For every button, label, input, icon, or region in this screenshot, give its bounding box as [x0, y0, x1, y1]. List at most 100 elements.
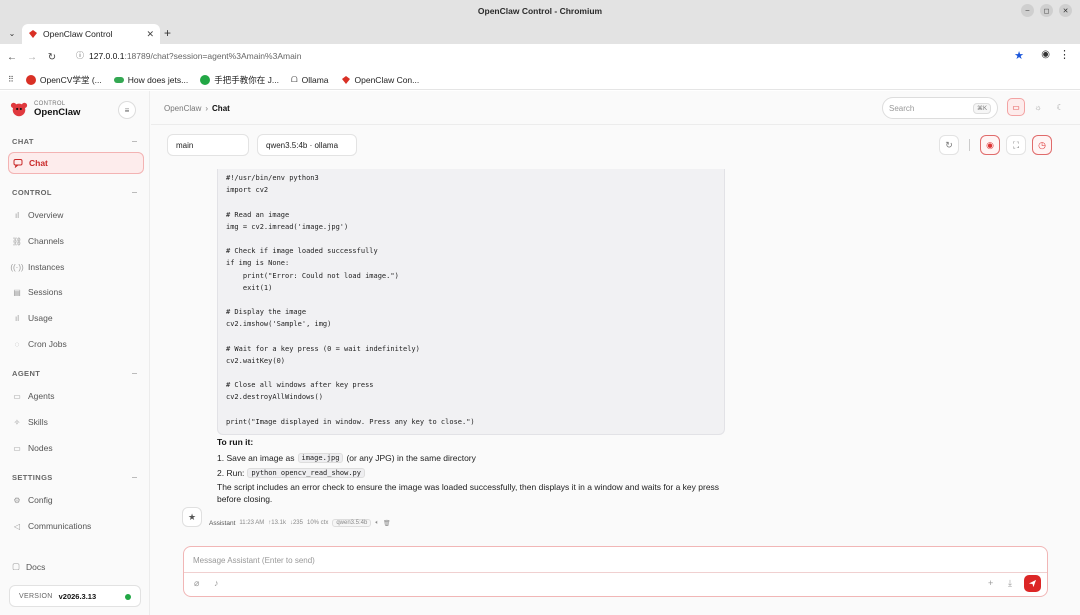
sidebar-item-communications[interactable]: ◁ Communications: [8, 515, 144, 537]
minimize-icon[interactable]: –: [1021, 4, 1034, 17]
composer-input[interactable]: Message Assistant (Enter to send): [193, 556, 315, 565]
docs-label: Docs: [26, 561, 46, 572]
step-text: (or any JPG) in the same directory: [346, 453, 476, 463]
session-select[interactable]: main: [167, 134, 249, 156]
sidebar-toggle-button[interactable]: ≡: [118, 101, 136, 119]
tokens-out: ↓235: [289, 520, 303, 526]
code-line: exit(1): [226, 283, 273, 292]
code-line: import cv2: [226, 186, 269, 195]
bookmark-favicon-icon: [25, 74, 36, 85]
attach-icon[interactable]: ⌀: [194, 578, 199, 589]
focus-icon[interactable]: ⛶: [1006, 135, 1026, 155]
section-collapse-icon[interactable]: [132, 141, 137, 142]
status-online-dot: [125, 594, 131, 600]
browser-tab[interactable]: OpenClaw Control ✕: [22, 24, 160, 44]
model-badge: qwen3.5:4b: [332, 519, 372, 527]
bookmark-item[interactable]: OpenClaw Con...: [341, 75, 419, 85]
assistant-message: #!/usr/bin/env python3 import cv2 # Read a…: [209, 169, 735, 511]
sidebar-item-agents[interactable]: ▭ Agents: [8, 385, 144, 407]
moon-theme-icon[interactable]: ☾: [1051, 98, 1069, 116]
browser-menu-icon[interactable]: ⋮: [1059, 48, 1070, 61]
sidebar-item-instances[interactable]: ((·)) Instances: [8, 256, 144, 278]
tab-search-icon[interactable]: ⌄: [6, 27, 18, 39]
back-icon[interactable]: ←: [4, 49, 20, 65]
sidebar-item-sessions[interactable]: ▤ Sessions: [8, 281, 144, 303]
sidebar-item-skills[interactable]: ✧ Skills: [8, 411, 144, 433]
section-heading-control[interactable]: CONTROL: [12, 188, 52, 197]
sidebar-item-config[interactable]: ⚙ Config: [8, 489, 144, 511]
sidebar-item-overview[interactable]: ıl Overview: [8, 204, 144, 226]
bookmark-item[interactable]: 手把手教你在 J...: [200, 74, 279, 86]
send-button[interactable]: [1024, 575, 1041, 592]
message-composer[interactable]: Message Assistant (Enter to send) ⌀ ♪ + …: [183, 546, 1048, 597]
sidebar-item-chat[interactable]: Chat: [8, 152, 144, 174]
code-line: img = cv2.imread('image.jpg'): [226, 222, 349, 231]
tab-close-icon[interactable]: ✕: [146, 29, 154, 40]
bookmark-star-icon[interactable]: ★: [1014, 49, 1024, 62]
bookmark-label: 手把手教你在 J...: [214, 74, 279, 85]
tab-strip: ⌄ OpenClaw Control ✕ +: [0, 22, 1080, 44]
download-icon[interactable]: ⤓: [1008, 578, 1012, 589]
sidebar-item-channels[interactable]: ⛓ Channels: [8, 230, 144, 252]
sidebar-item-cron-jobs[interactable]: ◌ Cron Jobs: [8, 333, 144, 355]
link-icon: ⛓: [11, 236, 23, 246]
site-info-icon[interactable]: ⓘ: [76, 50, 84, 61]
search-placeholder: Search: [889, 103, 915, 113]
add-icon[interactable]: +: [988, 578, 993, 588]
sidebar-item-nodes[interactable]: ▭ Nodes: [8, 437, 144, 459]
code-line: # Close all windows after key press: [226, 381, 374, 390]
model-select[interactable]: qwen3.5:4b · ollama: [257, 134, 357, 156]
section-collapse-icon[interactable]: [132, 477, 137, 478]
new-tab-icon[interactable]: +: [164, 26, 171, 40]
profile-icon[interactable]: ◉: [1041, 49, 1050, 60]
url-host: 127.0.0.1: [89, 50, 125, 61]
divider: [969, 139, 970, 151]
monitor-theme-icon[interactable]: ▭: [1007, 98, 1025, 116]
apps-grid-icon[interactable]: ⠿: [8, 75, 14, 84]
maximize-icon[interactable]: ◻: [1040, 4, 1053, 17]
section-heading-agent[interactable]: AGENT: [12, 369, 40, 378]
brand[interactable]: CONTROL OpenClaw: [10, 100, 80, 118]
session-controls: main qwen3.5:4b · ollama: [167, 134, 357, 156]
bookmark-item[interactable]: OpenCV学堂 (...: [25, 74, 102, 86]
forward-icon[interactable]: →: [24, 49, 40, 65]
close-window-icon[interactable]: ✕: [1059, 4, 1072, 17]
docs-link[interactable]: ▢ Docs: [12, 561, 45, 572]
bookmark-favicon-icon: [200, 74, 211, 85]
microphone-icon[interactable]: ♪: [214, 578, 219, 588]
search-shortcut: ⌘K: [972, 102, 991, 114]
openclaw-logo-icon: [10, 102, 28, 117]
sun-theme-icon[interactable]: ☼: [1029, 98, 1047, 116]
address-bar[interactable]: ⓘ 127.0.0.1:18789/chat?session=agent%3Am…: [76, 50, 301, 61]
refresh-icon[interactable]: ↻: [939, 135, 959, 155]
brain-toggle-icon[interactable]: ◉: [980, 135, 1000, 155]
version-badge: VERSION v2026.3.13: [9, 585, 141, 607]
section-collapse-icon[interactable]: [132, 373, 137, 374]
code-line: cv2.waitKey(0): [226, 356, 286, 365]
bookmark-label: How does jets...: [127, 74, 189, 85]
code-line: cv2.destroyAllWindows(): [226, 393, 323, 402]
bar-chart-icon: ıl: [15, 313, 19, 323]
sparkle-icon: ✧: [13, 417, 21, 427]
history-clock-icon[interactable]: ◷: [1032, 135, 1052, 155]
code-line: if img is None:: [226, 259, 290, 268]
search-input[interactable]: Search ⌘K: [882, 97, 998, 119]
section-heading-settings[interactable]: SETTINGS: [12, 473, 53, 482]
main-panel: OpenClaw › Chat Search ⌘K ▭ ☼ ☾ main qwe…: [151, 91, 1080, 615]
bookmark-item[interactable]: How does jets...: [113, 74, 189, 85]
send-icon: [1028, 579, 1037, 588]
speaker-icon[interactable]: 🔈︎: [375, 520, 379, 527]
section-heading-chat[interactable]: CHAT: [12, 137, 34, 146]
topbar: OpenClaw › Chat Search ⌘K ▭ ☼ ☾: [151, 91, 1080, 125]
trash-icon[interactable]: 🗑︎: [383, 520, 391, 527]
section-collapse-icon[interactable]: [132, 192, 137, 193]
reload-icon[interactable]: ↻: [44, 49, 60, 65]
breadcrumb-root[interactable]: OpenClaw: [164, 104, 201, 113]
sidebar-item-usage[interactable]: ıl Usage: [8, 307, 144, 329]
breadcrumb: OpenClaw › Chat: [164, 104, 230, 113]
bookmark-item[interactable]: ᗝ Ollama: [291, 75, 329, 85]
context-usage: 10% ctx: [306, 520, 329, 526]
send-icon: ◁: [13, 521, 21, 531]
